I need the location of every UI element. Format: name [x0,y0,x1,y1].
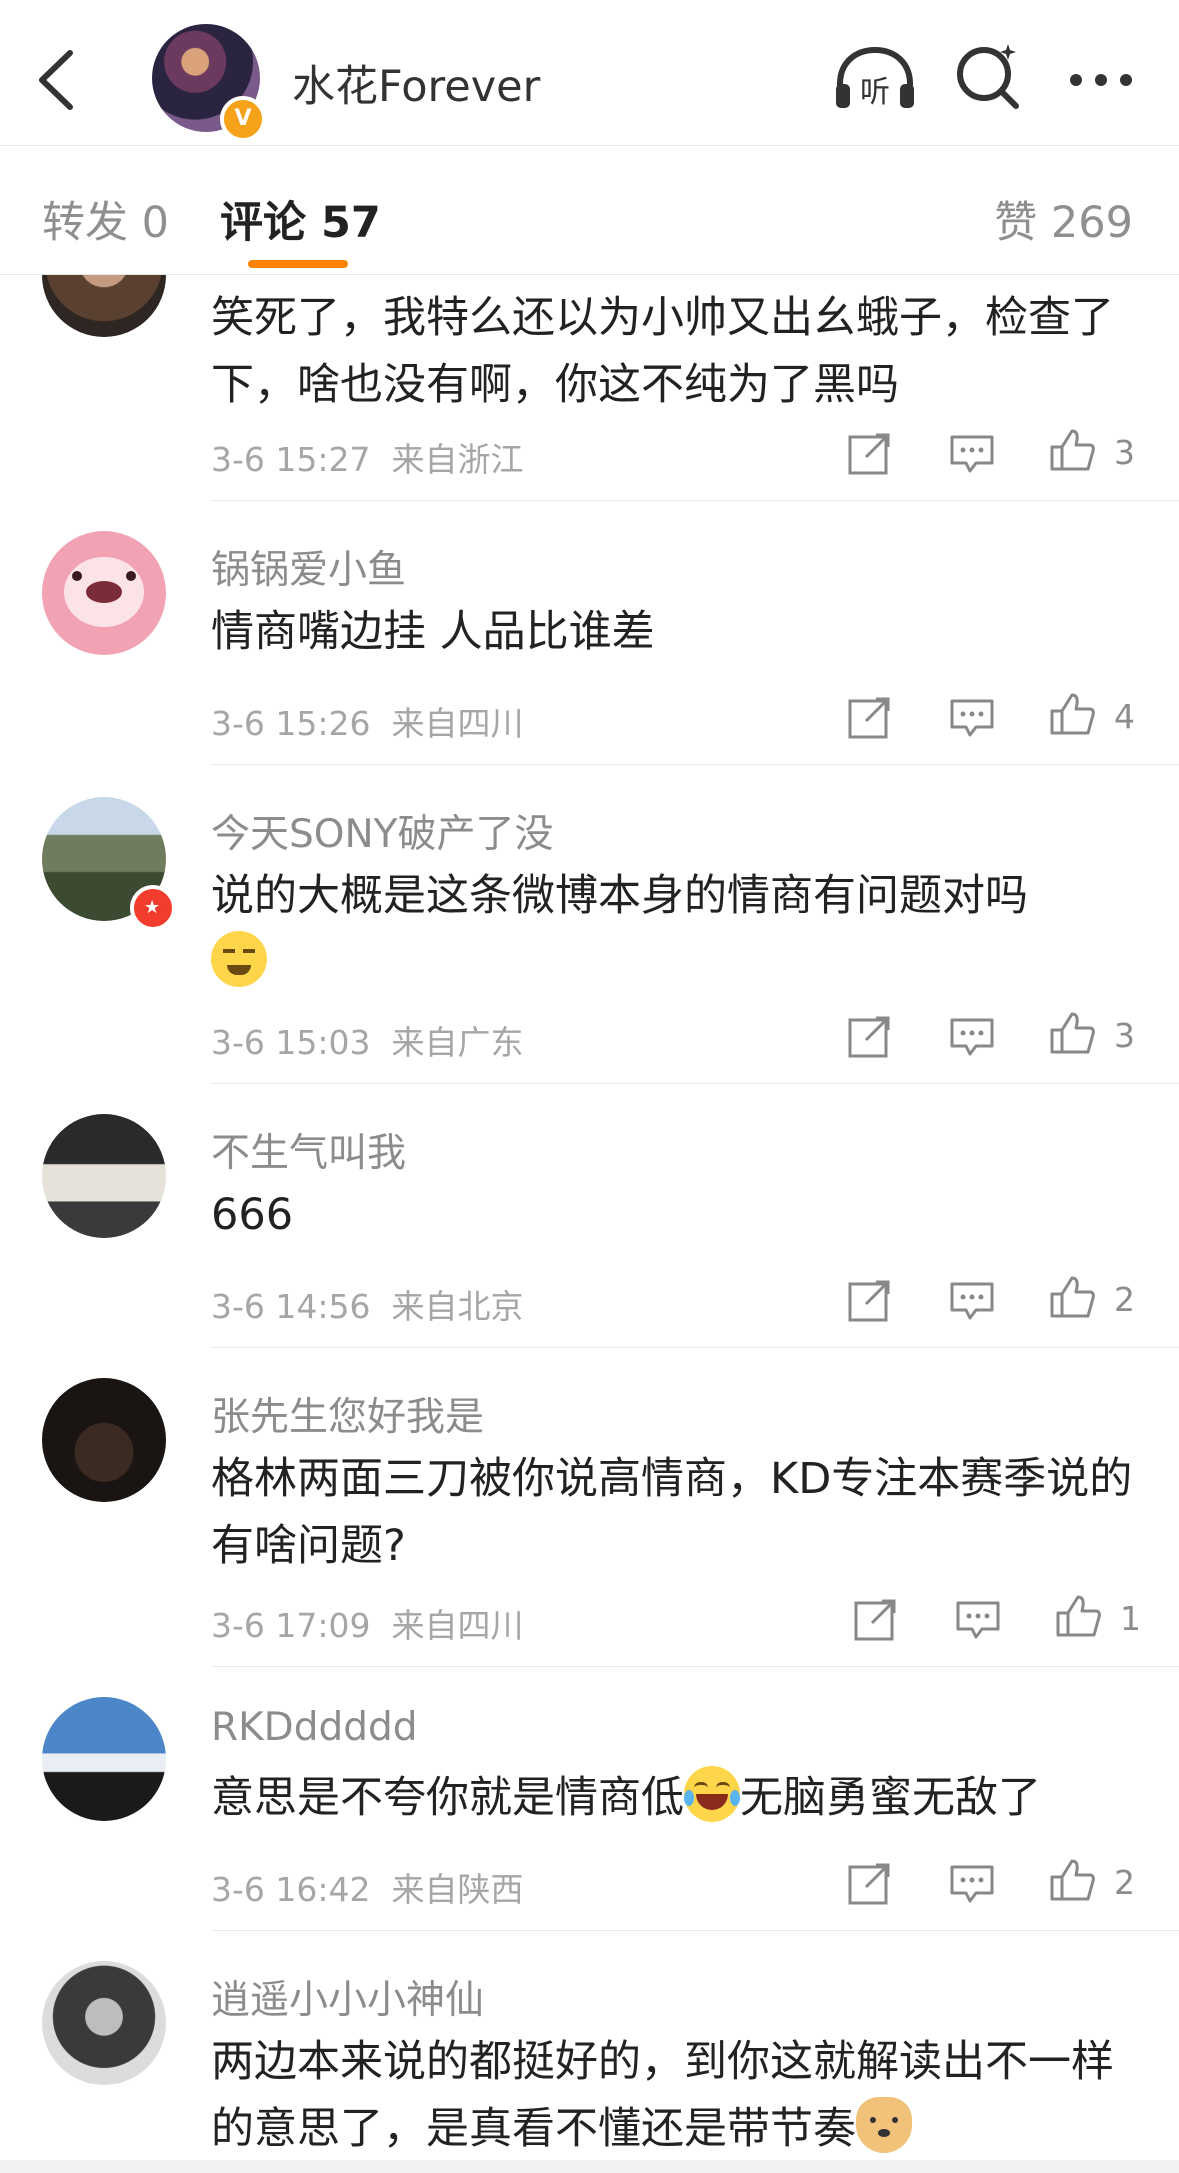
share-icon[interactable] [846,1276,894,1324]
comment-text-wrap: 意思是不夸你就是情商低 无脑勇蜜无敌了 [211,1765,1141,1832]
laughing-emoji-icon [684,1766,740,1822]
doge-emoji-icon [856,2097,912,2153]
member-badge-icon: ★ [130,885,176,931]
comment-icon[interactable] [948,429,996,477]
like-count: 2 [1114,1280,1135,1319]
like-icon[interactable] [1048,427,1096,475]
back-icon[interactable] [30,45,80,115]
share-icon[interactable] [846,693,894,741]
comment-location: 来自四川 [391,1606,524,1645]
bottom-edge [0,2160,1179,2173]
listen-icon[interactable]: 听 [832,44,918,114]
comment-text: 笑死了，我特么还以为小帅又出幺蛾子，检查了下，啥也没有啊，你这不纯为了黑吗 [211,293,1114,410]
like-icon[interactable] [1048,1010,1096,1058]
comment-text: 说的大概是这条微博本身的情商有问题对吗 [211,871,1028,921]
avatar[interactable] [42,1378,166,1502]
comment-text-wrap: 两边本来说的都挺好的，到你这就解读出不一样的意思了，是真看不懂还是带节奏 [211,2029,1141,2163]
comment-meta: 3-6 15:03 来自广东 [211,1016,523,1064]
like-icon[interactable] [1048,1274,1096,1322]
active-tab-indicator [248,260,348,268]
share-icon[interactable] [852,1595,900,1643]
sleepy-emoji-icon [211,931,267,987]
comment-item: ★ 今天SONY破产了没 说的大概是这条微博本身的情商有问题对吗 3-6 15:… [0,765,1179,1084]
avatar[interactable] [42,531,166,655]
comment-time: 3-6 15:26 [211,704,371,743]
comment-time: 3-6 16:42 [211,1870,371,1909]
comment-text-part: 意思是不夸你就是情商低 [211,1773,684,1823]
comment-meta: 3-6 16:42 来自陕西 [211,1863,523,1911]
comment-text: 格林两面三刀被你说高情商，KD专注本赛季说的有啥问题? [211,1454,1133,1571]
comment-location: 来自浙江 [391,440,524,479]
tab-comments[interactable]: 评论 57 [220,188,381,250]
like-count: 3 [1114,433,1135,472]
comment-icon[interactable] [948,1276,996,1324]
comment-location: 来自广东 [391,1023,524,1062]
comment-username[interactable]: 今天SONY破产了没 [211,803,553,859]
comment-time: 3-6 17:09 [211,1606,371,1645]
comment-username[interactable]: 逍遥小小小神仙 [211,1969,484,2025]
like-count: 4 [1114,697,1135,736]
comment-item: RKDddddd 意思是不夸你就是情商低 无脑勇蜜无敌了 3-6 16:42 来… [0,1667,1179,1931]
comment-icon[interactable] [948,1859,996,1907]
more-icon[interactable] [1068,70,1134,90]
comment-location: 来自四川 [391,704,524,743]
comment-item: 张先生您好我是 格林两面三刀被你说高情商，KD专注本赛季说的有啥问题? 3-6 … [0,1348,1179,1667]
comment-text-wrap: 说的大概是这条微博本身的情商有问题对吗 [211,863,1141,997]
verified-badge-icon: V [220,96,266,142]
avatar[interactable] [42,1961,166,2085]
comment-time: 3-6 15:03 [211,1023,371,1062]
comment-item: 逍遥小小小神仙 两边本来说的都挺好的，到你这就解读出不一样的意思了，是真看不懂还… [0,1931,1179,2165]
page-title[interactable]: 水花Forever [292,52,540,114]
comment-icon[interactable] [948,693,996,741]
comment-time: 3-6 14:56 [211,1287,371,1326]
avatar[interactable] [42,1697,166,1821]
like-count: 1 [1120,1599,1141,1638]
like-icon[interactable] [1054,1593,1102,1641]
share-icon[interactable] [846,1859,894,1907]
like-count: 2 [1114,1863,1135,1902]
top-nav-bar: V 水花Forever 听 [0,0,1179,146]
like-count: 3 [1114,1016,1135,1055]
comment-meta: 3-6 15:26 来自四川 [211,697,523,745]
avatar[interactable] [42,1114,166,1238]
comment-item: 笑死了，我特么还以为小帅又出幺蛾子，检查了下，啥也没有啊，你这不纯为了黑吗 3-… [0,275,1179,501]
like-icon[interactable] [1048,691,1096,739]
comment-username[interactable]: 不生气叫我 [211,1122,406,1178]
comment-icon[interactable] [948,1012,996,1060]
comment-text-part: 无脑勇蜜无敌了 [740,1773,1041,1823]
comment-time: 3-6 15:27 [211,440,371,479]
comment-icon[interactable] [954,1595,1002,1643]
share-icon[interactable] [846,1012,894,1060]
tab-bar: 转发 0 评论 57 赞 269 [0,146,1179,275]
avatar[interactable] [42,275,166,337]
comment-text: 两边本来说的都挺好的，到你这就解读出不一样的意思了，是真看不懂还是带节奏 [211,2037,1114,2154]
comment-text: 666 [211,1190,294,1240]
tab-likes[interactable]: 赞 269 [994,188,1133,250]
like-icon[interactable] [1048,1857,1096,1905]
comment-meta: 3-6 14:56 来自北京 [211,1280,523,1328]
comment-username[interactable]: RKDddddd [211,1705,417,1750]
tab-repost[interactable]: 转发 0 [42,188,169,250]
share-icon[interactable] [846,429,894,477]
comment-list[interactable]: 笑死了，我特么还以为小帅又出幺蛾子，检查了下，啥也没有啊，你这不纯为了黑吗 3-… [0,275,1179,2165]
comment-text: 情商嘴边挂 人品比谁差 [211,607,655,657]
comment-meta: 3-6 15:27 来自浙江 [211,433,523,481]
comment-meta: 3-6 17:09 来自四川 [211,1599,523,1647]
comment-item: 不生气叫我 666 3-6 14:56 来自北京 2 [0,1084,1179,1348]
comment-location: 来自北京 [391,1287,524,1326]
comment-username[interactable]: 张先生您好我是 [211,1386,484,1442]
comment-location: 来自陕西 [391,1870,524,1909]
comment-username[interactable]: 锅锅爱小鱼 [211,539,406,595]
comment-item: 锅锅爱小鱼 情商嘴边挂 人品比谁差 3-6 15:26 来自四川 4 [0,501,1179,765]
listen-icon-label: 听 [860,75,890,110]
search-icon[interactable] [952,40,1024,112]
